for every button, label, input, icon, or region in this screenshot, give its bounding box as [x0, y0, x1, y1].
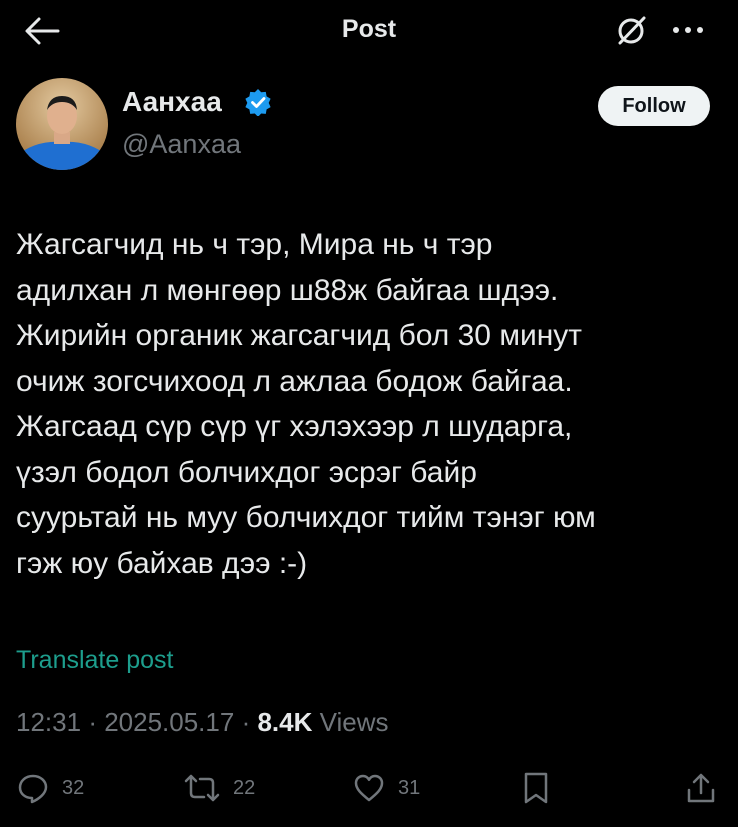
- reply-icon: [18, 774, 48, 804]
- share-icon: [687, 773, 715, 803]
- meta-separator: ·: [88, 707, 105, 737]
- bookmark-icon: [524, 772, 548, 804]
- translate-post-link[interactable]: Translate post: [16, 646, 173, 675]
- post-text: Жагсагчид нь ч тэр, Мира нь ч тэр адилха…: [16, 228, 596, 580]
- more-icon: [673, 27, 703, 33]
- author-display-name[interactable]: Аанхаа: [122, 86, 222, 118]
- top-bar: Post: [0, 0, 738, 62]
- post-time[interactable]: 12:31: [16, 707, 81, 737]
- post-meta: 12:31 · 2025.05.17 · 8.4K Views: [16, 707, 389, 738]
- avatar-image: [16, 78, 108, 170]
- follow-button[interactable]: Follow: [598, 86, 710, 126]
- repost-icon: [184, 774, 220, 802]
- reply-button[interactable]: 32: [16, 768, 84, 808]
- verified-badge-icon: [245, 89, 271, 116]
- share-button[interactable]: [684, 768, 718, 808]
- post-date[interactable]: 2025.05.17: [104, 707, 234, 737]
- more-options-button[interactable]: [664, 12, 714, 48]
- heart-icon: [354, 774, 384, 802]
- avatar[interactable]: [16, 78, 108, 170]
- grok-icon: [618, 16, 646, 45]
- reply-count: 32: [62, 776, 85, 799]
- repost-button[interactable]: 22: [183, 768, 255, 808]
- meta-separator: ·: [241, 707, 258, 737]
- like-button[interactable]: 31: [352, 768, 420, 808]
- bookmark-button[interactable]: [522, 768, 550, 808]
- repost-count: 22: [233, 776, 256, 799]
- grok-button[interactable]: [612, 12, 652, 48]
- views-count: 8.4K: [257, 707, 313, 737]
- author-handle[interactable]: @Aanxaa: [122, 129, 241, 160]
- like-count: 31: [398, 776, 421, 799]
- views-label: Views: [319, 707, 389, 737]
